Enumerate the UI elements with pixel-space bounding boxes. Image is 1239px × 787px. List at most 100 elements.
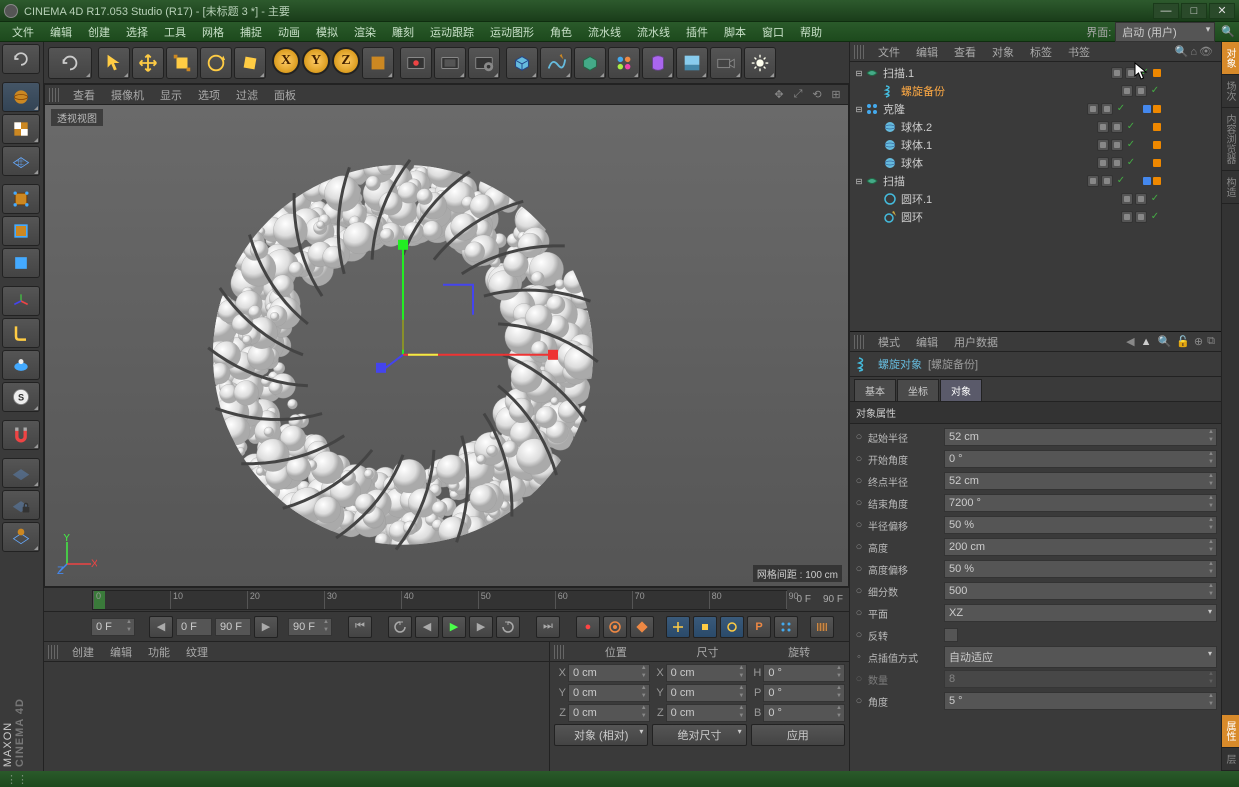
light-tool[interactable] <box>744 47 776 79</box>
rot-key-toggle[interactable] <box>720 616 744 638</box>
tree-item-球体[interactable]: 球体✓ <box>850 154 1221 172</box>
prev-key-button[interactable] <box>388 616 412 638</box>
drag-handle-icon[interactable] <box>48 645 58 659</box>
viewport[interactable]: 查看摄像机显示选项过滤面板 ✥ ⤢ ⟲ ⊞ 透视视图 <box>44 84 849 587</box>
maximize-button[interactable]: □ <box>1181 3 1207 19</box>
vp-menu-查看[interactable]: 查看 <box>65 85 103 105</box>
live-select-tool[interactable] <box>98 47 130 79</box>
menu-选择[interactable]: 选择 <box>118 22 156 42</box>
max-frame-field[interactable]: 90 F▲▼ <box>288 618 332 636</box>
search-icon[interactable]: 🔍 <box>1221 25 1235 38</box>
render-view-button[interactable] <box>400 47 432 79</box>
pos-key-toggle[interactable] <box>666 616 690 638</box>
menu-流水线[interactable]: 流水线 <box>629 22 678 42</box>
mat-menu-编辑[interactable]: 编辑 <box>102 642 140 662</box>
z-axis-toggle[interactable]: Z <box>332 47 360 75</box>
tree-item-球体.1[interactable]: 球体.1✓ <box>850 136 1221 154</box>
minimize-button[interactable]: — <box>1153 3 1179 19</box>
goto-start-button[interactable]: ⏮ <box>348 616 372 638</box>
menu-雕刻[interactable]: 雕刻 <box>384 22 422 42</box>
scale-key-toggle[interactable] <box>693 616 717 638</box>
obj-menu-书签[interactable]: 书签 <box>1060 42 1098 62</box>
vtab-场次[interactable]: 场次 <box>1222 75 1239 108</box>
y-axis-toggle[interactable]: Y <box>302 47 330 75</box>
vp-menu-选项[interactable]: 选项 <box>190 85 228 105</box>
vp-layout-icon[interactable]: ⊞ <box>828 88 844 102</box>
timeline-ruler[interactable]: 0102030405060708090 <box>92 590 787 610</box>
menu-插件[interactable]: 插件 <box>678 22 716 42</box>
keyframe-sel-button[interactable] <box>630 616 654 638</box>
current-frame-field[interactable]: 0 F▲▼ <box>91 618 135 636</box>
snap-tool[interactable]: S <box>2 382 40 412</box>
generator-tool[interactable] <box>574 47 606 79</box>
home-icon[interactable]: ⌂ <box>1190 46 1197 58</box>
menu-角色[interactable]: 角色 <box>542 22 580 42</box>
prop-field-数量[interactable]: 8▲▼ <box>944 670 1217 688</box>
mat-menu-功能[interactable]: 功能 <box>140 642 178 662</box>
texture-mode-tool[interactable] <box>2 114 40 144</box>
drag-handle-icon[interactable] <box>854 335 864 349</box>
rotate-tool[interactable] <box>200 47 232 79</box>
prev-frame-button[interactable]: ◀ <box>415 616 439 638</box>
render-settings-button[interactable] <box>468 47 500 79</box>
tree-item-圆环.1[interactable]: 圆环.1✓ <box>850 190 1221 208</box>
prop-field-半径偏移[interactable]: 50 %▲▼ <box>944 516 1217 534</box>
lock-icon[interactable]: 🔓 <box>1176 335 1190 348</box>
menu-网格[interactable]: 网格 <box>194 22 232 42</box>
up-icon[interactable]: ▲ <box>1141 336 1152 348</box>
size-Z[interactable]: 0 cm▲▼ <box>666 704 748 722</box>
rot-B[interactable]: 0 °▲▼ <box>763 704 845 722</box>
prop-field-角度[interactable]: 5 °▲▼ <box>944 692 1217 710</box>
pos-X[interactable]: 0 cm▲▼ <box>568 664 650 682</box>
prop-field-开始角度[interactable]: 0 °▲▼ <box>944 450 1217 468</box>
size-Y[interactable]: 0 cm▲▼ <box>666 684 748 702</box>
prev-icon[interactable]: ◀ <box>1126 335 1134 348</box>
range-end-field[interactable]: 90 F <box>215 618 251 636</box>
obj-menu-编辑[interactable]: 编辑 <box>908 42 946 62</box>
prop-field-高度偏移[interactable]: 50 %▲▼ <box>944 560 1217 578</box>
vp-menu-过滤[interactable]: 过滤 <box>228 85 266 105</box>
point-mode-tool[interactable] <box>2 184 40 214</box>
magnet-tool[interactable] <box>2 420 40 450</box>
vp-menu-面板[interactable]: 面板 <box>266 85 304 105</box>
goto-end-button[interactable]: ⏭ <box>536 616 560 638</box>
coord-abs-dropdown[interactable]: 绝对尺寸 <box>652 724 746 746</box>
spline-tool[interactable] <box>540 47 572 79</box>
tree-item-球体.2[interactable]: 球体.2✓ <box>850 118 1221 136</box>
tree-item-扫描[interactable]: ⊟扫描✓ <box>850 172 1221 190</box>
close-button[interactable]: ✕ <box>1209 3 1235 19</box>
range-start-field[interactable]: 0 F <box>176 618 212 636</box>
object-tree[interactable]: ⊟扫描.1✓螺旋备份✓⊟克隆✓球体.2✓球体.1✓球体✓⊟扫描✓圆环.1✓圆环✓ <box>850 62 1221 331</box>
vtab-构造[interactable]: 构造 <box>1222 171 1239 204</box>
size-X[interactable]: 0 cm▲▼ <box>666 664 748 682</box>
rot-H[interactable]: 0 °▲▼ <box>763 664 845 682</box>
search-icon[interactable]: 🔍 <box>1175 45 1189 58</box>
viewport-solo-tool[interactable] <box>2 350 40 380</box>
prop-dd-点插值方式[interactable]: 自动适应 <box>944 646 1217 668</box>
x-axis-toggle[interactable]: X <box>272 47 300 75</box>
range-start-arrow[interactable]: ◀ <box>149 616 173 638</box>
status-handle[interactable]: ⋮⋮ <box>6 773 28 786</box>
workplane-grid-tool[interactable] <box>2 458 40 488</box>
menu-文件[interactable]: 文件 <box>4 22 42 42</box>
autokey-button[interactable] <box>603 616 627 638</box>
coord-system-tool[interactable] <box>362 47 394 79</box>
vtab-层[interactable]: 层 <box>1222 748 1239 771</box>
menu-创建[interactable]: 创建 <box>80 22 118 42</box>
attr-menu-模式[interactable]: 模式 <box>870 332 908 352</box>
mat-menu-纹理[interactable]: 纹理 <box>178 642 216 662</box>
menu-渲染[interactable]: 渲染 <box>346 22 384 42</box>
timeline[interactable]: 0102030405060708090 0 F 90 F <box>44 587 849 611</box>
pla-key-toggle[interactable] <box>774 616 798 638</box>
obj-menu-标签[interactable]: 标签 <box>1022 42 1060 62</box>
attr-tab-对象[interactable]: 对象 <box>940 379 982 401</box>
primitive-tool[interactable] <box>506 47 538 79</box>
planar-workplane-tool[interactable] <box>2 522 40 552</box>
menu-窗口[interactable]: 窗口 <box>754 22 792 42</box>
environment-tool[interactable] <box>676 47 708 79</box>
edge-mode-tool[interactable] <box>2 216 40 246</box>
obj-menu-对象[interactable]: 对象 <box>984 42 1022 62</box>
new-icon[interactable]: ⊕ <box>1194 335 1203 348</box>
pos-Z[interactable]: 0 cm▲▼ <box>568 704 650 722</box>
drag-handle-icon[interactable] <box>854 45 864 59</box>
